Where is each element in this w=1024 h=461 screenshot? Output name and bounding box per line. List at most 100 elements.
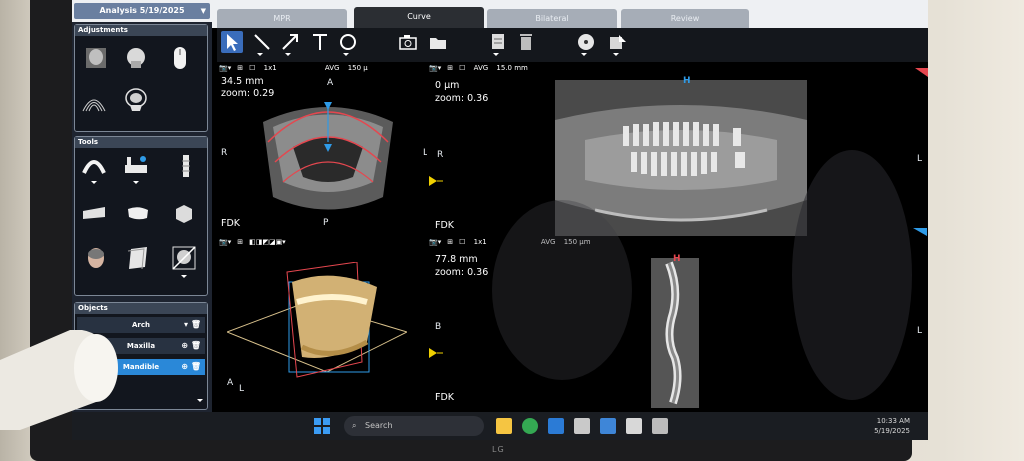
voxel-label[interactable]: 15.0 mm	[496, 64, 527, 72]
axial-jaw-slice[interactable]	[253, 102, 403, 222]
delete-button[interactable]	[515, 31, 537, 53]
volume-label-a: A	[227, 378, 234, 388]
tooth-crown-icon[interactable]	[171, 201, 197, 227]
file-explorer-icon[interactable]	[496, 418, 512, 434]
arch-tool-icon[interactable]	[81, 153, 107, 179]
camera-icon[interactable]: 📷▾	[429, 64, 441, 72]
panoramic-label-left: L	[917, 154, 923, 164]
skull-side-icon[interactable]	[123, 45, 149, 71]
imaging-viewer-icon[interactable]	[652, 418, 668, 434]
layout-grid-icon[interactable]: ⊞	[237, 238, 243, 246]
arch-tool-caret-icon[interactable]	[91, 181, 97, 184]
report-caret-icon[interactable]	[493, 53, 499, 56]
trash-icon[interactable]: 🗑	[191, 341, 201, 350]
layout-label[interactable]: 1x1	[264, 64, 277, 72]
volume-viewport[interactable]: 📷▾ ⊞ ◧◨◩◪▣▾ A L	[217, 236, 427, 412]
axial-viewport[interactable]: 📷▾ ⊞ ☐ 1x1 AVG 150 μ 34.5 mm zoom: 0.29 A …	[217, 62, 428, 236]
camera-icon[interactable]: 📷▾	[219, 238, 231, 246]
trash-icon[interactable]: 🗑	[191, 362, 201, 371]
arrow-tool-caret-icon[interactable]	[285, 53, 291, 56]
layout-grid-icon[interactable]: ⊞	[447, 64, 453, 72]
bone-block-icon[interactable]	[125, 201, 151, 227]
hide-skull-icon[interactable]	[171, 245, 197, 271]
view-presets-icon[interactable]: ◧◨◩◪▣▾	[249, 238, 286, 246]
taskbar-clock[interactable]: 10:33 AM 5/19/2025	[874, 416, 910, 436]
mandible-segment-icon[interactable]	[81, 201, 107, 227]
cross-section-slice-image[interactable]	[651, 258, 699, 408]
circle-tool-caret-icon[interactable]	[343, 53, 349, 56]
disc-caret-icon[interactable]	[581, 53, 587, 56]
monitor-brand-logo: LG	[492, 445, 505, 454]
mode-label[interactable]: AVG	[474, 64, 489, 72]
crosshair-icon[interactable]: ⊕	[181, 362, 188, 371]
report-button[interactable]	[487, 31, 509, 53]
open-folder-button[interactable]	[427, 31, 449, 53]
object-label: Arch	[131, 321, 150, 329]
trash-icon[interactable]: 🗑	[191, 320, 201, 329]
skull-render-icon[interactable]	[123, 87, 149, 113]
axial-viewport-toolbar: 📷▾ ⊞ ☐ 1x1 AVG 150 μ	[219, 62, 374, 74]
text-tool-button[interactable]	[309, 31, 331, 53]
skull-front-icon[interactable]	[83, 45, 109, 71]
cross-label-l: L	[917, 326, 923, 336]
layout-grid-icon[interactable]: ⊞	[447, 238, 453, 246]
camera-icon[interactable]: 📷▾	[429, 238, 441, 246]
mode-label[interactable]: AVG	[325, 64, 340, 72]
square-icon[interactable]: ☐	[249, 64, 255, 72]
report-icon	[492, 34, 504, 49]
volume-label-l: L	[239, 384, 245, 394]
chrome-icon[interactable]	[522, 418, 538, 434]
adjustments-panel: Adjustments	[74, 24, 208, 132]
panoramic-marker-h[interactable]: H	[683, 76, 691, 86]
layout-label[interactable]: 1x1	[474, 238, 487, 246]
hide-skull-caret-icon[interactable]	[181, 275, 187, 278]
yellow-marker-icon[interactable]	[429, 348, 443, 358]
select-pointer-button[interactable]	[221, 31, 243, 53]
circle-tool-button[interactable]	[337, 31, 359, 53]
share-export-button[interactable]	[607, 31, 629, 53]
square-icon[interactable]: ☐	[459, 238, 465, 246]
implant-icon[interactable]	[173, 153, 199, 179]
crosshair-icon[interactable]: ⊕	[181, 341, 188, 350]
app-grid-icon[interactable]	[574, 418, 590, 434]
scan-rays-icon[interactable]	[81, 89, 107, 115]
object-label: Mandible	[122, 363, 160, 371]
voxel-label[interactable]: 150 μ	[348, 64, 368, 72]
cross-marker-h[interactable]: H	[673, 254, 681, 264]
jaw-nerve-icon[interactable]	[123, 153, 149, 179]
layout-grid-icon[interactable]: ⊞	[237, 64, 243, 72]
calculator-icon[interactable]	[548, 418, 564, 434]
tab-bilateral[interactable]: Bilateral	[487, 9, 617, 28]
objects-scroll-caret-icon[interactable]	[197, 399, 203, 402]
disc-export-button[interactable]	[575, 31, 597, 53]
analysis-dropdown[interactable]: Analysis 5/19/2025 ▼	[74, 3, 210, 19]
line-tool-button[interactable]	[251, 31, 273, 53]
tab-review[interactable]: Review	[621, 9, 749, 28]
face-photo-icon[interactable]	[83, 245, 109, 271]
imaging-app-icon[interactable]	[626, 418, 642, 434]
square-icon[interactable]: ☐	[459, 64, 465, 72]
yellow-marker-icon[interactable]	[429, 176, 443, 186]
volume-render-3d[interactable]	[227, 262, 407, 392]
chevron-down-icon[interactable]: ▾	[184, 320, 188, 329]
disc-icon	[578, 34, 594, 50]
clock-time: 10:33 AM	[876, 417, 910, 425]
taskbar-search[interactable]: ⌕ Search	[344, 416, 484, 436]
camera-icon[interactable]: 📷▾	[219, 64, 231, 72]
arrow-tool-button[interactable]	[279, 31, 301, 53]
cross-algorithm: FDK	[435, 392, 455, 403]
cross-zoom: zoom: 0.36	[435, 267, 489, 278]
jaw-nerve-caret-icon[interactable]	[133, 181, 139, 184]
camera-button[interactable]	[397, 31, 419, 53]
export-caret-icon[interactable]	[613, 53, 619, 56]
mouse-icon[interactable]	[167, 45, 193, 71]
circle-icon	[340, 34, 356, 50]
windows-start-icon[interactable]	[314, 418, 330, 434]
arch-row-tools: ▾ 🗑	[184, 317, 201, 333]
line-tool-caret-icon[interactable]	[257, 53, 263, 56]
tab-mpr[interactable]: MPR	[217, 9, 347, 28]
tab-curve[interactable]: Curve	[354, 7, 484, 28]
screen-reflection	[792, 150, 912, 400]
photos-icon[interactable]	[600, 418, 616, 434]
stacked-slices-icon[interactable]	[125, 245, 151, 271]
